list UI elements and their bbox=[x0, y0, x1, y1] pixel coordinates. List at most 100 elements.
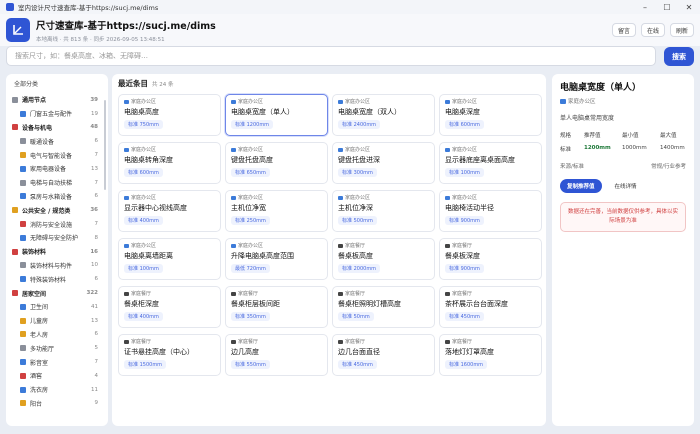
entry-card[interactable]: 家庭办公区 主机位净深 标准 500mm bbox=[332, 190, 435, 232]
message-button[interactable]: 留言 bbox=[611, 23, 636, 37]
sidebar-item-count: 6 bbox=[94, 276, 99, 283]
online-detail-button[interactable]: 在线详情 bbox=[608, 179, 644, 193]
category-icon bbox=[338, 339, 343, 344]
online-button[interactable]: 在线 bbox=[640, 23, 665, 37]
entry-card[interactable]: 家庭餐厅 餐桌板高度 标准 2000mm bbox=[332, 238, 435, 280]
card-title: 餐桌柜层板间距 bbox=[231, 300, 280, 308]
sidebar-item[interactable]: 公共安全 / 规范类 36 bbox=[12, 203, 102, 217]
entry-card[interactable]: 家庭餐厅 边几高度 标准 550mm bbox=[225, 334, 328, 376]
entry-card[interactable]: 家庭办公区 电脑椅活动半径 标准 900mm bbox=[439, 190, 542, 232]
spec-value: 1400mm bbox=[660, 145, 685, 151]
category-icon bbox=[338, 99, 343, 104]
entry-card[interactable]: 家庭办公区 键盘托盘高度 标准 650mm bbox=[225, 142, 328, 184]
entry-card[interactable]: 家庭办公区 电脑桌深度 标准 600mm bbox=[439, 94, 542, 136]
sidebar-item-label: 洗衣房 bbox=[30, 387, 49, 395]
card-value-tag: 标准 50mm bbox=[338, 312, 374, 321]
card-category-label: 家庭餐厅 bbox=[452, 339, 473, 345]
entry-card[interactable]: 家庭办公区 电脑桌宽度（双人） 标准 2400mm bbox=[332, 94, 435, 136]
sidebar-item-label: 多功能厅 bbox=[30, 345, 55, 353]
sidebar-item-count: 322 bbox=[86, 290, 98, 297]
card-title: 餐桌板高度 bbox=[338, 252, 373, 260]
card-title: 升降电脑桌高度范围 bbox=[231, 252, 294, 260]
sidebar-item[interactable]: 阳台 9 bbox=[12, 397, 102, 411]
card-category-label: 家庭餐厅 bbox=[452, 243, 473, 249]
search-bar: 搜索尺寸，如：餐桌高度、冰箱、无障碍… 搜索 bbox=[6, 46, 694, 68]
sidebar-item-count: 6 bbox=[94, 331, 99, 338]
category-icon bbox=[445, 291, 450, 296]
sidebar-item-label: 装饰材料 bbox=[22, 249, 47, 257]
sidebar-scrollbar[interactable] bbox=[104, 100, 106, 190]
spec-value: 标准 bbox=[560, 147, 572, 153]
sidebar-item-count: 7 bbox=[94, 359, 99, 366]
entry-card[interactable]: 家庭办公区 电脑桌宽度（单人） 标准 1200mm bbox=[225, 94, 328, 136]
card-value-tag: 标准 300mm bbox=[338, 168, 377, 177]
logo-icon bbox=[6, 18, 30, 42]
sidebar-item[interactable]: 装饰材料 16 bbox=[12, 245, 102, 259]
entry-card[interactable]: 家庭餐厅 餐桌板深度 标准 900mm bbox=[439, 238, 542, 280]
category-icon bbox=[445, 99, 450, 104]
category-icon bbox=[445, 339, 450, 344]
sidebar-item[interactable]: 门窗五金与配件 19 bbox=[12, 107, 102, 121]
sidebar-item-label: 暖通设备 bbox=[30, 138, 55, 146]
sidebar-item-label: 装饰材料与构件 bbox=[30, 262, 73, 270]
entry-card[interactable]: 家庭餐厅 证书悬挂高度（中心） 标准 1500mm bbox=[118, 334, 221, 376]
sidebar-item[interactable]: 暖通设备 6 bbox=[12, 134, 102, 148]
search-button[interactable]: 搜索 bbox=[664, 47, 694, 66]
category-icon bbox=[20, 165, 26, 172]
card-category: 家庭办公区 bbox=[231, 194, 322, 201]
entry-card[interactable]: 家庭办公区 主机位净宽 标准 250mm bbox=[225, 190, 328, 232]
sidebar-item[interactable]: 通用节点 39 bbox=[12, 93, 102, 107]
sidebar-item[interactable]: 装饰材料与构件 10 bbox=[12, 259, 102, 273]
card-title: 主机位净宽 bbox=[231, 204, 266, 212]
refresh-button[interactable]: 刷新 bbox=[669, 23, 694, 37]
sidebar-item-label: 设备与机电 bbox=[22, 124, 53, 132]
spec-table: 规格 推荐值 最小值 最大值 标准 1200mm 1000mm 1400mm bbox=[560, 131, 686, 153]
sidebar-header[interactable]: 全部分类 bbox=[14, 79, 102, 88]
sidebar-item-label: 电梯与自动扶梯 bbox=[30, 180, 73, 188]
entry-card[interactable]: 家庭办公区 显示器中心视线高度 标准 400mm bbox=[118, 190, 221, 232]
sidebar-item[interactable]: 电气与智能设备 7 bbox=[12, 148, 102, 162]
close-icon[interactable]: ✕ bbox=[678, 0, 700, 14]
entry-card[interactable]: 家庭办公区 电脑桌转角深度 标准 600mm bbox=[118, 142, 221, 184]
entry-card[interactable]: 家庭办公区 电脑桌高度 标准 750mm bbox=[118, 94, 221, 136]
sidebar-item[interactable]: 酒窖 4 bbox=[12, 369, 102, 383]
search-input[interactable]: 搜索尺寸，如：餐桌高度、冰箱、无障碍… bbox=[6, 46, 656, 66]
card-title: 电脑桌深度 bbox=[445, 108, 480, 116]
sidebar-item[interactable]: 卫生间 41 bbox=[12, 300, 102, 314]
entry-card[interactable]: 家庭餐厅 餐桌柜照明灯槽高度 标准 50mm bbox=[332, 286, 435, 328]
entry-card[interactable]: 家庭办公区 显示器底座离桌面高度 标准 100mm bbox=[439, 142, 542, 184]
sidebar-item[interactable]: 家用电器设备 13 bbox=[12, 162, 102, 176]
sidebar-item[interactable]: 老人房 6 bbox=[12, 328, 102, 342]
office-icon bbox=[560, 98, 566, 104]
entry-card[interactable]: 家庭餐厅 餐桌柜深度 标准 400mm bbox=[118, 286, 221, 328]
card-title: 边几高度 bbox=[231, 348, 259, 356]
sidebar-item[interactable]: 无障碍与安全防护 8 bbox=[12, 231, 102, 245]
entry-card[interactable]: 家庭办公区 电脑桌离墙距离 标准 100mm bbox=[118, 238, 221, 280]
card-category: 家庭办公区 bbox=[124, 98, 215, 105]
sidebar-item[interactable]: 儿童房 13 bbox=[12, 314, 102, 328]
entry-card[interactable]: 家庭餐厅 落地灯灯罩高度 标准 1600mm bbox=[439, 334, 542, 376]
entry-card[interactable]: 家庭办公区 键盘托盘进深 标准 300mm bbox=[332, 142, 435, 184]
sidebar-item[interactable]: 特殊装饰材料 6 bbox=[12, 272, 102, 286]
entry-card[interactable]: 家庭餐厅 餐桌柜层板间距 标准 350mm bbox=[225, 286, 328, 328]
card-value-tag: 标准 2400mm bbox=[338, 120, 381, 129]
copy-button[interactable]: 复制推荐值 bbox=[560, 179, 602, 193]
maximize-icon[interactable]: ☐ bbox=[656, 0, 678, 14]
sidebar-item[interactable]: 泵房与水箱设备 6 bbox=[12, 190, 102, 204]
sidebar-item[interactable]: 居家空间 322 bbox=[12, 286, 102, 300]
minimize-icon[interactable]: – bbox=[634, 0, 656, 14]
card-value-tag: 标准 450mm bbox=[338, 360, 377, 369]
entry-card[interactable]: 家庭餐厅 边几台面直径 标准 450mm bbox=[332, 334, 435, 376]
card-value-tag: 标准 900mm bbox=[445, 264, 484, 273]
sidebar-item[interactable]: 洗衣房 11 bbox=[12, 383, 102, 397]
sidebar-item-count: 7 bbox=[94, 152, 99, 159]
entry-card[interactable]: 家庭餐厅 茶杯展示台台面深度 标准 450mm bbox=[439, 286, 542, 328]
sidebar-item[interactable]: 消防与安全设施 7 bbox=[12, 217, 102, 231]
sidebar-item[interactable]: 多功能厅 5 bbox=[12, 341, 102, 355]
sidebar-item[interactable]: 电梯与自动扶梯 7 bbox=[12, 176, 102, 190]
card-category-label: 家庭办公区 bbox=[345, 195, 371, 201]
sidebar-item[interactable]: 设备与机电 48 bbox=[12, 121, 102, 135]
sidebar-item[interactable]: 影音室 7 bbox=[12, 355, 102, 369]
card-category: 家庭办公区 bbox=[338, 98, 429, 105]
entry-card[interactable]: 家庭办公区 升降电脑桌高度范围 最低 720mm bbox=[225, 238, 328, 280]
